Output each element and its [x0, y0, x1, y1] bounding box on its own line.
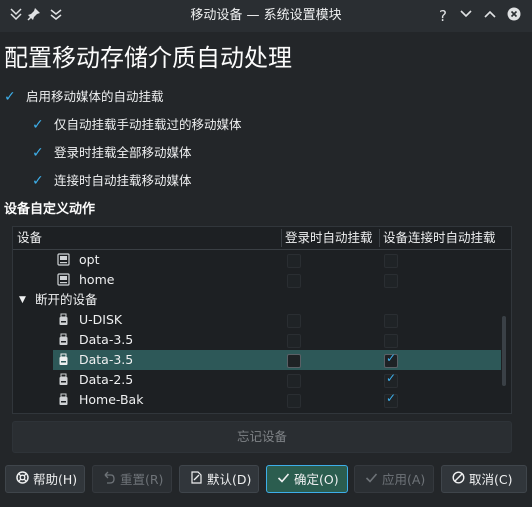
check-icon: [275, 466, 291, 494]
tree-row[interactable]: opt: [13, 250, 511, 270]
defaults-button[interactable]: 默认(D): [179, 465, 259, 493]
tree-row-selected[interactable]: Data-3.5 ✓: [13, 350, 511, 370]
column-separator: [281, 229, 282, 247]
check-icon: ✓: [385, 371, 397, 385]
device-label: opt: [79, 252, 100, 267]
cancel-button[interactable]: 取消(C): [441, 465, 527, 493]
device-label: Home-Bak: [79, 392, 144, 407]
usb-drive-icon: [57, 333, 70, 346]
expand-arrow-icon[interactable]: ▼: [19, 290, 26, 310]
device-label: Data-3.5: [79, 352, 134, 367]
usb-drive-icon: [57, 353, 70, 366]
tree-row[interactable]: Home-Bak ✓: [13, 390, 511, 410]
mount-on-login-checkbox[interactable]: ✓ 登录时挂载全部移动媒体: [32, 141, 192, 165]
attach-mount-checkbox[interactable]: ✓: [384, 391, 398, 408]
device-section-title: 设备自定义动作: [4, 202, 96, 217]
tree-row[interactable]: Data-3.5: [13, 330, 511, 350]
ok-button[interactable]: 确定(O): [266, 465, 348, 493]
check-icon: ✓: [32, 173, 44, 189]
tree-row[interactable]: Data-2.5 ✓: [13, 370, 511, 390]
usb-drive-icon: [57, 393, 70, 406]
help-button[interactable]: 帮助(H): [5, 465, 85, 493]
scrollbar-thumb[interactable]: [502, 316, 506, 386]
column-login-mount[interactable]: 登录时自动挂载: [285, 227, 373, 249]
column-separator: [379, 229, 380, 247]
hard-drive-icon: [57, 253, 70, 266]
forget-device-button[interactable]: 忘记设备: [12, 421, 512, 453]
column-device[interactable]: 设备: [17, 227, 42, 249]
attach-mount-checkbox[interactable]: [384, 254, 398, 268]
page-title: 配置移动存储介质自动处理: [4, 44, 292, 72]
check-icon: [363, 466, 379, 494]
cancel-icon: [450, 466, 466, 494]
minimize-button[interactable]: [454, 4, 478, 28]
mount-on-attach-checkbox[interactable]: ✓ 连接时自动挂载移动媒体: [32, 169, 192, 193]
attach-mount-checkbox[interactable]: [384, 274, 398, 288]
device-label: Data-2.5: [79, 372, 134, 387]
reset-button[interactable]: 重置(R): [92, 465, 172, 493]
login-mount-checkbox[interactable]: [287, 354, 301, 368]
tree-header: 设备 登录时自动挂载 设备连接时自动挂载: [13, 227, 511, 250]
login-mount-checkbox[interactable]: [287, 394, 301, 408]
close-button[interactable]: [502, 4, 526, 28]
check-icon: ✓: [385, 351, 397, 365]
attach-mount-checkbox[interactable]: ✓: [384, 371, 398, 388]
mount-on-attach-label: 连接时自动挂载移动媒体: [54, 173, 192, 188]
group-label: 断开的设备: [35, 292, 98, 307]
check-icon: ✓: [32, 117, 44, 133]
defaults-button-label: 默认(D): [207, 472, 252, 487]
attach-mount-checkbox[interactable]: ✓: [384, 351, 398, 368]
reset-button-label: 重置(R): [120, 472, 164, 487]
login-mount-checkbox[interactable]: [287, 334, 301, 348]
column-attach-mount[interactable]: 设备连接时自动挂载: [383, 227, 496, 249]
enable-automount-checkbox[interactable]: ✓ 启用移动媒体的自动挂载: [4, 85, 164, 109]
hard-drive-icon: [57, 273, 70, 286]
apply-button-label: 应用(A): [382, 472, 426, 487]
usb-drive-icon: [57, 373, 70, 386]
window-titlebar: 移动设备 — 系统设置模块 ?: [0, 0, 532, 32]
tree-group-row[interactable]: ▼ 断开的设备: [13, 290, 511, 310]
usb-drive-icon: [57, 313, 70, 326]
check-icon: ✓: [385, 391, 397, 405]
device-tree[interactable]: 设备 登录时自动挂载 设备连接时自动挂载 opt home ▼ 断开的设备 U-…: [12, 226, 512, 414]
undo-icon: [101, 466, 117, 494]
only-manual-mounted-label: 仅自动挂载手动挂载过的移动媒体: [54, 117, 242, 132]
help-icon: [14, 466, 30, 494]
login-mount-checkbox[interactable]: [287, 314, 301, 328]
help-titlebar-button[interactable]: ?: [431, 4, 455, 28]
tree-scrollbar[interactable]: [502, 226, 508, 412]
attach-mount-checkbox[interactable]: [384, 334, 398, 348]
ok-button-label: 确定(O): [294, 472, 339, 487]
device-label: Data-3.5: [79, 332, 134, 347]
check-icon: ✓: [32, 145, 44, 161]
maximize-button[interactable]: [478, 4, 502, 28]
device-label: U-DISK: [79, 312, 123, 327]
help-button-label: 帮助(H): [33, 472, 78, 487]
only-manual-mounted-checkbox[interactable]: ✓ 仅自动挂载手动挂载过的移动媒体: [32, 113, 242, 137]
login-mount-checkbox[interactable]: [287, 374, 301, 388]
tree-row[interactable]: U-DISK: [13, 310, 511, 330]
device-label: home: [79, 272, 115, 287]
enable-automount-label: 启用移动媒体的自动挂载: [26, 89, 164, 104]
mount-on-login-label: 登录时挂载全部移动媒体: [54, 145, 192, 160]
document-defaults-icon: [188, 466, 204, 494]
cancel-button-label: 取消(C): [469, 472, 513, 487]
attach-mount-checkbox[interactable]: [384, 314, 398, 328]
login-mount-checkbox[interactable]: [287, 254, 301, 268]
tree-row[interactable]: home: [13, 270, 511, 290]
login-mount-checkbox[interactable]: [287, 274, 301, 288]
apply-button[interactable]: 应用(A): [354, 465, 434, 493]
check-icon: ✓: [4, 89, 16, 105]
